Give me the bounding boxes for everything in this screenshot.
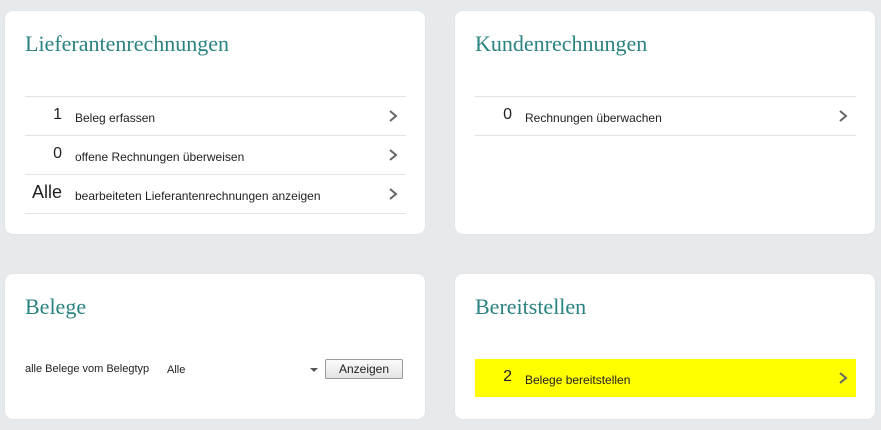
row-beleg-erfassen[interactable]: 1 Beleg erfassen <box>25 97 406 136</box>
row-count: 0 <box>503 106 512 123</box>
chevron-right-icon[interactable] <box>387 148 399 162</box>
row-label: Belege bereitstellen <box>525 373 631 387</box>
row-count: 1 <box>53 106 62 123</box>
chevron-right-icon[interactable] <box>837 371 849 385</box>
chevron-right-icon[interactable] <box>387 187 399 201</box>
belege-card: Belege alle Belege vom Belegtyp Alle Anz… <box>5 274 425 419</box>
belegtyp-select[interactable]: Alle <box>165 360 320 380</box>
bereitstellen-list: 2 Belege bereitstellen <box>475 359 856 397</box>
kundenrechnungen-card: Kundenrechnungen 0 Rechnungen überwachen <box>455 11 875 234</box>
bereitstellen-card: Bereitstellen 2 Belege bereitstellen <box>455 274 875 419</box>
lieferantenrechnungen-card: Lieferantenrechnungen 1 Beleg erfassen 0… <box>5 11 425 234</box>
card-title-lieferantenrechnungen: Lieferantenrechnungen <box>25 31 229 56</box>
select-value: Alle <box>167 364 186 376</box>
row-rechnungen-ueberwachen[interactable]: 0 Rechnungen überwachen <box>475 97 856 136</box>
chevron-right-icon[interactable] <box>837 109 849 123</box>
row-offene-rechnungen[interactable]: 0 offene Rechnungen überweisen <box>25 136 406 175</box>
row-label: Rechnungen überwachen <box>525 111 662 125</box>
kundenrechnungen-list: 0 Rechnungen überwachen <box>475 96 856 136</box>
row-bearbeitete-lieferantenrechnungen[interactable]: Alle bearbeiteten Lieferantenrechnungen … <box>25 175 406 214</box>
row-label: Beleg erfassen <box>75 111 156 125</box>
row-label: offene Rechnungen überweisen <box>75 150 245 164</box>
card-title-bereitstellen: Bereitstellen <box>475 294 587 319</box>
row-count: Alle <box>31 182 62 202</box>
anzeigen-button[interactable]: Anzeigen <box>325 359 403 379</box>
row-count: 2 <box>503 368 512 385</box>
filter-label: alle Belege vom Belegtyp <box>25 363 150 375</box>
card-title-kundenrechnungen: Kundenrechnungen <box>475 31 648 56</box>
card-title-belege: Belege <box>25 294 87 319</box>
belegtyp-filter: alle Belege vom Belegtyp Alle Anzeigen <box>25 359 406 382</box>
row-belege-bereitstellen[interactable]: 2 Belege bereitstellen <box>475 359 856 397</box>
caret-down-icon <box>310 368 318 372</box>
chevron-right-icon[interactable] <box>387 109 399 123</box>
row-label: bearbeiteten Lieferantenrechnungen anzei… <box>75 189 321 203</box>
lieferantenrechnungen-list: 1 Beleg erfassen 0 offene Rechnungen übe… <box>25 96 406 214</box>
row-count: 0 <box>53 145 62 162</box>
